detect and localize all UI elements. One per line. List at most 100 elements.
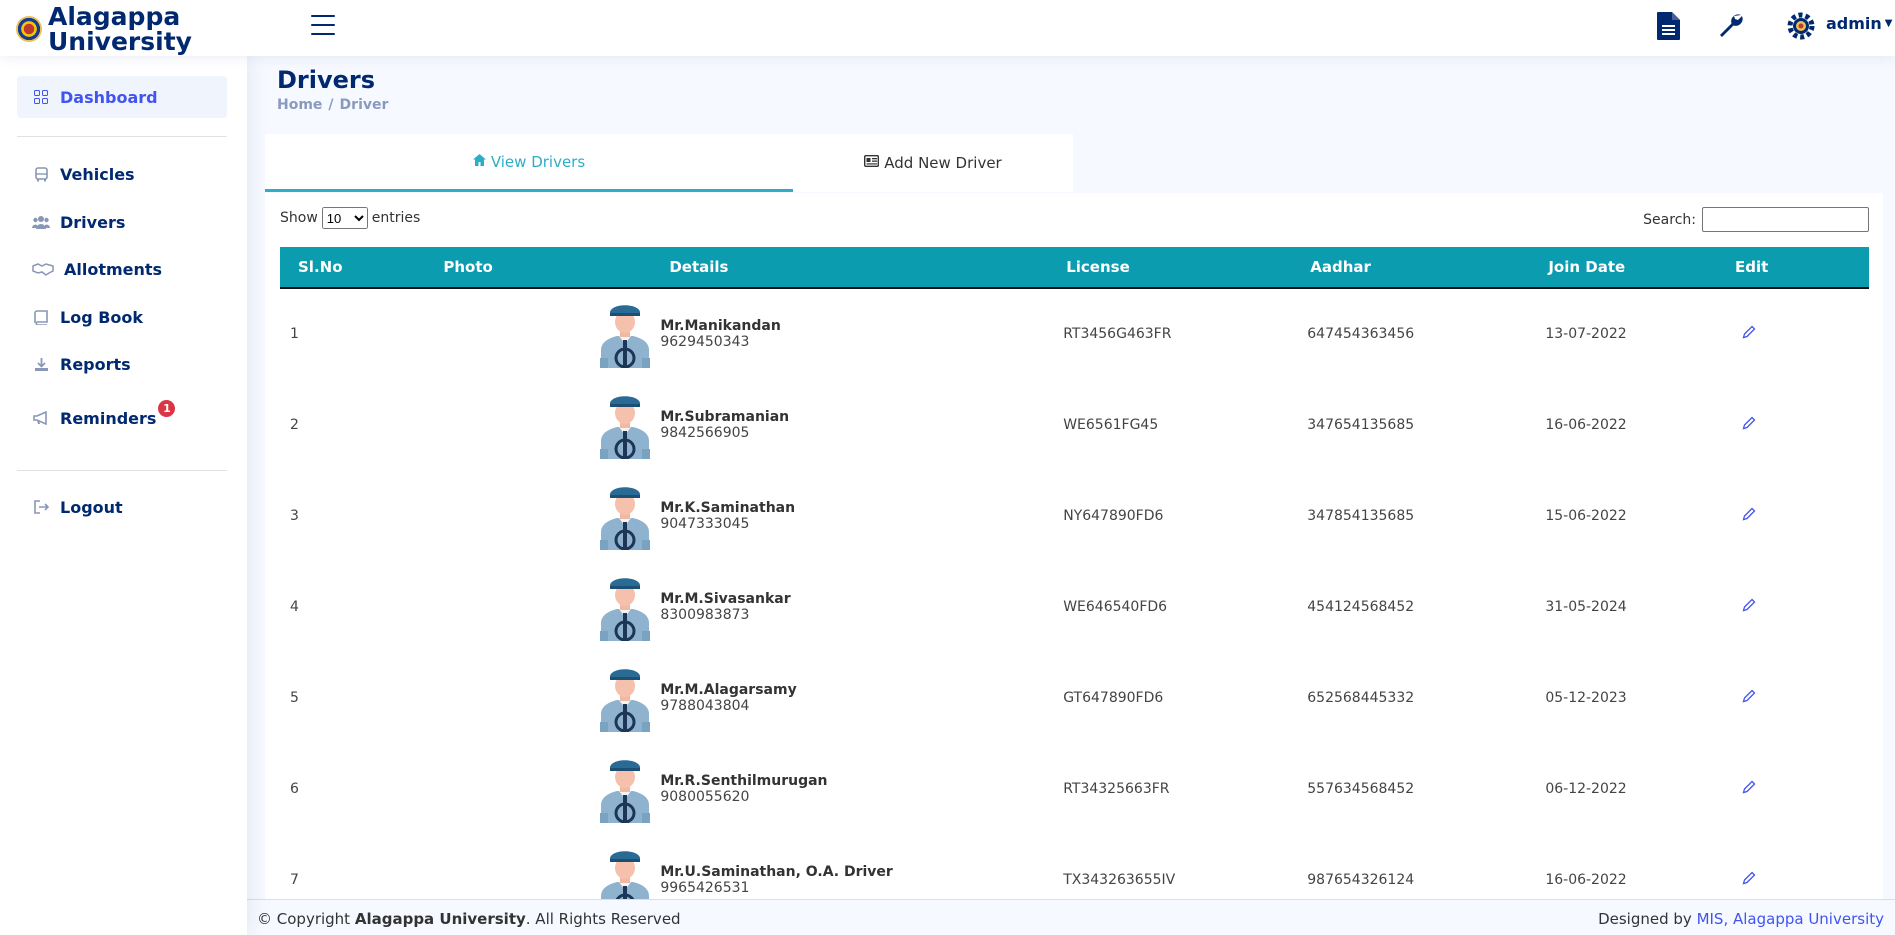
breadcrumb-home-link[interactable]: Home [277,97,322,113]
cell-aadhar: 347654135685 [1307,416,1415,433]
cell-photo [428,652,653,743]
home-icon [472,153,486,170]
column-header-slno[interactable]: Sl.No [280,247,429,289]
cell-slno: 6 [290,780,299,797]
table-row: 7 Mr.U.Saminathan, O.A. Driver 996542653… [280,834,1869,899]
people-icon [32,215,50,229]
table-row: 3 Mr.K.Saminathan 9047333045 NY647890FD6… [280,470,1869,561]
pencil-edit-icon[interactable] [1742,871,1756,889]
cell-aadhar: 652568445332 [1307,689,1415,706]
sidebar-item-logout[interactable]: Logout [17,486,227,528]
driver-name: Mr.K.Saminathan [660,499,796,516]
driver-phone: 9629450343 [660,334,750,350]
designed-by-label: Designed by [1598,910,1692,928]
menu-toggle-icon[interactable] [311,15,335,35]
cell-license: RT3456G463FR [1063,326,1172,342]
table-header-row: Sl.No Photo Details License Aadhar Join … [280,247,1869,289]
cell-slno: 1 [290,326,299,342]
tab-label: View Drivers [490,152,586,171]
driver-avatar-icon [600,395,651,459]
breadcrumb-current: Driver [339,97,389,113]
sidebar-item-label: Dashboard [60,87,158,107]
settings-gear-icon[interactable] [1786,11,1816,41]
sidebar-item-reports[interactable]: Reports [17,343,227,385]
drivers-table: Sl.No Photo Details License Aadhar Join … [280,247,1869,899]
sidebar-item-reminders[interactable]: Reminders 1 [17,397,227,439]
column-header-edit[interactable]: Edit [1727,247,1869,289]
cell-photo [428,379,653,470]
designer-link[interactable]: MIS, Alagappa University [1697,910,1884,928]
footer-credits: Designed by MIS, Alagappa University [1598,910,1884,928]
pencil-edit-icon[interactable] [1742,416,1756,434]
sidebar-item-dashboard[interactable]: Dashboard [17,76,227,118]
column-header-license[interactable]: License [1059,247,1304,289]
cell-edit [1727,743,1869,834]
document-icon[interactable] [1656,11,1684,41]
sidebar-item-allotments[interactable]: Allotments [17,248,227,290]
cell-join-date: 15-06-2022 [1545,507,1627,524]
driver-name: Mr.Subramanian [660,408,790,425]
cell-join-date: 16-06-2022 [1545,416,1627,433]
cell-photo [428,470,653,561]
cell-details: Mr.U.Saminathan, O.A. Driver 9965426531 [653,834,1059,899]
university-seal-icon [16,16,42,42]
sidebar-item-drivers[interactable]: Drivers [17,201,227,243]
cell-aadhar: 987654326124 [1307,871,1415,888]
column-header-join-date[interactable]: Join Date [1541,247,1728,289]
column-header-aadhar[interactable]: Aadhar [1303,247,1542,289]
pencil-edit-icon[interactable] [1742,780,1756,798]
driver-phone: 9080055620 [660,788,750,805]
pencil-edit-icon[interactable] [1742,325,1756,343]
user-name: admin [1826,14,1882,33]
table-search: Search: [1643,207,1869,232]
cell-edit [1727,288,1869,379]
breadcrumb: Home / Driver [277,97,389,113]
grid-icon [32,90,50,104]
sidebar: Dashboard Vehicles Drivers Allotments Lo… [0,56,247,935]
caret-down-icon: ▼ [1884,18,1893,29]
cell-slno: 4 [290,598,299,615]
driver-name: Mr.Manikandan [660,318,781,334]
tab-view-drivers[interactable]: View Drivers [265,134,793,192]
tab-add-new-driver[interactable]: Add New Driver [793,134,1073,192]
cell-join-date: 06-12-2022 [1545,780,1627,797]
download-icon [32,357,50,372]
logo-text: Alagappa University [48,4,192,54]
sidebar-item-label: Reports [60,354,131,374]
cell-license: WE6561FG45 [1063,416,1159,433]
cell-details: Mr.M.Alagarsamy 9788043804 [653,652,1059,743]
driver-phone: 9842566905 [660,424,750,441]
logo-line-2: University [48,27,192,56]
table-row: 5 Mr.M.Alagarsamy 9788043804 GT647890FD6… [280,652,1869,743]
megaphone-icon [32,411,50,425]
sidebar-divider [17,470,227,471]
journal-icon [32,309,50,325]
entries-select[interactable]: 10 [321,207,368,229]
pencil-edit-icon[interactable] [1742,598,1756,616]
pencil-edit-icon[interactable] [1742,689,1756,707]
pencil-edit-icon[interactable] [1742,507,1756,525]
user-dropdown[interactable]: admin ▼ [1826,14,1893,33]
cell-license: WE646540FD6 [1063,598,1168,615]
cell-edit [1727,561,1869,652]
wrench-icon[interactable] [1717,11,1745,41]
search-input[interactable] [1702,207,1869,232]
logo[interactable]: Alagappa University [16,4,192,54]
column-header-photo[interactable]: Photo [428,247,654,289]
column-header-details[interactable]: Details [653,247,1060,289]
driver-name: Mr.M.Sivasankar [660,590,791,607]
cell-photo [428,743,653,834]
sidebar-item-vehicles[interactable]: Vehicles [17,153,227,195]
cell-aadhar: 557634568452 [1307,780,1415,797]
cell-slno: 7 [290,871,299,888]
sidebar-item-label: Vehicles [60,164,135,184]
logout-icon [32,500,50,514]
driver-avatar-icon [600,577,651,641]
sidebar-item-label: Allotments [64,259,163,279]
driver-avatar-icon [601,850,650,899]
table-row: 2 Mr.Subramanian 9842566905 WE6561FG45 3… [280,379,1869,470]
cell-slno: 3 [290,507,299,524]
sidebar-item-log-book[interactable]: Log Book [17,296,227,338]
table-row: 4 Mr.M.Sivasankar 8300983873 WE646540FD6… [280,561,1869,652]
driver-avatar-icon [600,668,651,732]
